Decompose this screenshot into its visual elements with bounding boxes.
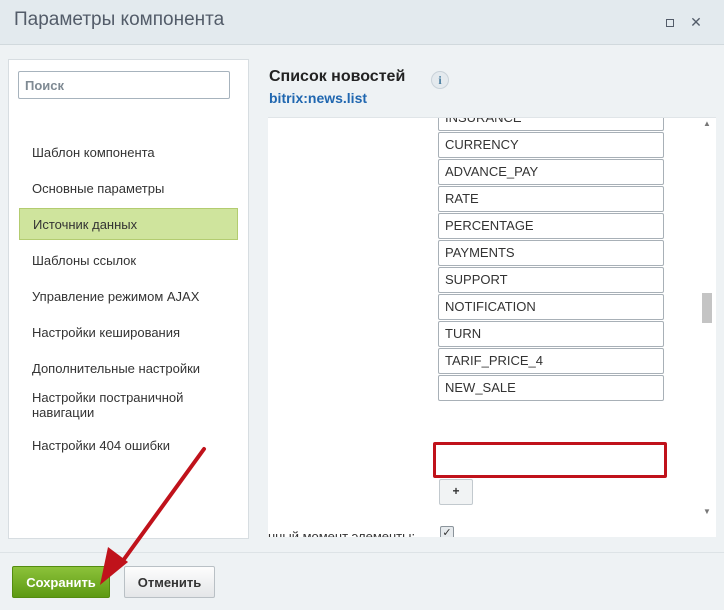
property-input[interactable]: INSURANCE <box>438 118 664 131</box>
add-property-button[interactable]: + <box>439 479 473 505</box>
checkbox-label: нный момент элементы: <box>268 529 416 537</box>
sidebar-item-label: Дополнительные настройки <box>32 360 201 376</box>
maximize-icon <box>666 19 674 27</box>
component-title: Список новостей <box>269 68 406 85</box>
cancel-button[interactable]: Отменить <box>124 566 215 598</box>
property-input[interactable]: RATE <box>438 186 664 212</box>
scroll-up-icon[interactable]: ▲ <box>703 119 711 128</box>
sidebar-item-template[interactable]: Шаблон компонента <box>19 136 238 168</box>
property-input[interactable]: ADVANCE_PAY <box>438 159 664 185</box>
sidebar-item-main-params[interactable]: Основные параметры <box>19 172 238 204</box>
sidebar-item-label: Источник данных <box>33 216 138 232</box>
sidebar-item-label: Настройки постраничной навигации <box>32 390 184 420</box>
component-code: bitrix:news.list <box>269 90 368 106</box>
property-input-new-sale[interactable]: NEW_SALE <box>438 375 664 401</box>
dialog-title: Параметры компонента <box>14 9 225 30</box>
settings-panel: INSURANCE CURRENCY ADVANCE_PAY RATE PERC… <box>268 117 716 537</box>
close-icon: ✕ <box>690 14 702 30</box>
sidebar: Шаблон компонента Основные параметры Ист… <box>8 59 249 539</box>
info-icon[interactable]: i <box>431 71 449 89</box>
search-input[interactable] <box>18 71 230 99</box>
property-input[interactable]: NOTIFICATION <box>438 294 664 320</box>
sidebar-item-label: Шаблоны ссылок <box>32 252 137 268</box>
property-input[interactable]: SUPPORT <box>438 267 664 293</box>
property-input[interactable]: CURRENCY <box>438 132 664 158</box>
main-content: Список новостей i bitrix:news.list INSUR… <box>268 59 716 545</box>
sidebar-item-additional[interactable]: Дополнительные настройки <box>19 352 238 384</box>
save-button[interactable]: Сохранить <box>12 566 110 598</box>
vertical-scroll-thumb[interactable] <box>702 293 712 323</box>
property-input[interactable]: TURN <box>438 321 664 347</box>
sidebar-item-url-templates[interactable]: Шаблоны ссылок <box>19 244 238 276</box>
maximize-button[interactable] <box>660 12 680 32</box>
sidebar-item-cache[interactable]: Настройки кеширования <box>19 316 238 348</box>
sidebar-item-pagination[interactable]: Настройки постраничной навигации <box>19 388 238 422</box>
sidebar-item-label: Настройки кеширования <box>32 324 181 340</box>
sidebar-item-data-source[interactable]: Источник данных <box>19 208 238 240</box>
sidebar-item-label: Настройки 404 ошибки <box>32 437 170 453</box>
property-input[interactable]: PERCENTAGE <box>438 213 664 239</box>
scroll-down-icon[interactable]: ▼ <box>703 507 711 516</box>
sidebar-item-label: Шаблон компонента <box>32 144 155 160</box>
close-button[interactable]: ✕ <box>686 12 706 32</box>
checkbox-row: нный момент элементы: ✓ <box>268 526 698 537</box>
sidebar-item-ajax[interactable]: Управление режимом AJAX <box>19 280 238 312</box>
dialog-footer: Сохранить Отменить <box>0 552 724 610</box>
dialog-titlebar: Параметры компонента ✕ <box>0 0 724 45</box>
property-input[interactable]: PAYMENTS <box>438 240 664 266</box>
active-elements-checkbox[interactable]: ✓ <box>440 526 454 537</box>
sidebar-item-label: Управление режимом AJAX <box>32 288 200 304</box>
highlight-frame <box>433 442 667 478</box>
sidebar-item-label: Основные параметры <box>32 180 165 196</box>
sidebar-item-404[interactable]: Настройки 404 ошибки <box>19 429 238 461</box>
vertical-scrollbar[interactable]: ▲ ▼ <box>700 118 714 522</box>
property-input[interactable]: TARIF_PRICE_4 <box>438 348 664 374</box>
search-container <box>18 71 231 99</box>
